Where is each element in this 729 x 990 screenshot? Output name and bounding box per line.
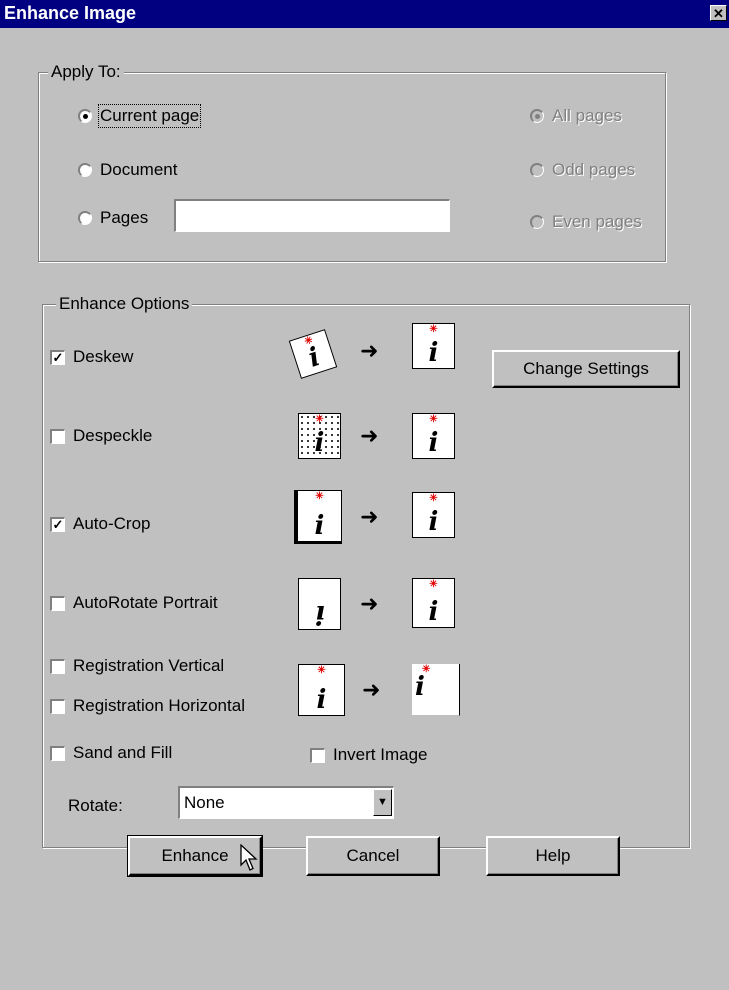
sparkle-icon: ✳ (315, 491, 324, 502)
checkbox-autorotate-portrait[interactable]: AutoRotate Portrait (50, 593, 218, 613)
letter-i-glyph: i (428, 597, 439, 627)
radio-odd-pages: Odd pages (530, 160, 635, 180)
radio-current-page[interactable]: Current page (78, 104, 202, 128)
arrow-right-icon: ➜ (360, 505, 379, 530)
rotate-dropdown-value: None (184, 793, 225, 812)
checkbox-auto-crop[interactable]: ✓ Auto-Crop (50, 514, 150, 534)
checkbox-registration-vertical[interactable]: Registration Vertical (50, 656, 224, 676)
sparkle-icon: ✳ (429, 324, 438, 335)
pages-input[interactable] (174, 199, 450, 232)
radio-odd-pages-indicator (530, 163, 544, 177)
rotate-dropdown[interactable]: None ▼ (178, 786, 394, 819)
checkbox-auto-crop-box[interactable]: ✓ (50, 516, 65, 532)
letter-i-glyph: i (415, 672, 425, 702)
sparkle-icon: ✳ (422, 664, 431, 675)
auto-crop-before-illustration: ✳ i (294, 490, 342, 544)
rotate-label: Rotate: (68, 796, 123, 815)
radio-odd-pages-label: Odd pages (552, 160, 636, 179)
cancel-button[interactable]: Cancel (306, 836, 440, 876)
autorotate-after-illustration: ✳ i (412, 578, 455, 628)
arrow-right-icon: ➜ (362, 678, 381, 703)
checkbox-sand-and-fill[interactable]: Sand and Fill (50, 743, 172, 763)
checkbox-sand-and-fill-label: Sand and Fill (73, 743, 173, 762)
radio-all-pages-label: All pages (552, 106, 622, 125)
registration-after-illustration: ✳ i (412, 664, 460, 716)
checkbox-invert-image[interactable]: Invert Image (310, 745, 428, 765)
arrow-right-icon: ➜ (360, 339, 379, 364)
checkbox-registration-horizontal[interactable]: Registration Horizontal (50, 696, 245, 716)
checkbox-registration-vertical-label: Registration Vertical (73, 656, 225, 675)
checkbox-registration-vertical-box[interactable] (50, 658, 65, 674)
letter-i-glyph: i (428, 507, 439, 537)
radio-all-pages: All pages (530, 106, 622, 126)
checkbox-registration-horizontal-label: Registration Horizontal (73, 696, 245, 715)
arrow-right-icon: ➜ (360, 424, 379, 449)
radio-document-indicator[interactable] (78, 163, 92, 177)
checkbox-deskew[interactable]: ✓ Deskew (50, 347, 133, 367)
radio-document[interactable]: Document (78, 160, 177, 180)
chevron-down-icon[interactable]: ▼ (373, 789, 392, 816)
radio-pages[interactable]: Pages (78, 208, 148, 228)
deskew-after-illustration: ✳ i (412, 323, 455, 369)
radio-current-page-label: Current page (97, 104, 202, 128)
title-bar: Enhance Image ✕ (0, 0, 729, 28)
sparkle-icon: ✳ (429, 493, 438, 504)
radio-all-pages-indicator (530, 109, 544, 123)
enhance-options-legend: Enhance Options (56, 294, 193, 314)
letter-i-glyph: i (428, 338, 439, 368)
radio-even-pages: Even pages (530, 212, 642, 232)
radio-pages-label: Pages (100, 208, 149, 227)
checkbox-despeckle-box[interactable] (50, 428, 65, 444)
despeckle-after-illustration: ✳ i (412, 413, 455, 459)
sparkle-icon: ✳ (429, 579, 438, 590)
autorotate-before-illustration: i (298, 578, 341, 630)
radio-pages-indicator[interactable] (78, 211, 92, 225)
despeckle-before-illustration: ✳ i (298, 413, 341, 459)
radio-document-label: Document (100, 160, 178, 179)
sparkle-icon: ✳ (429, 414, 438, 425)
mouse-pointer-icon (240, 844, 258, 871)
letter-i-glyph: i (314, 511, 325, 541)
close-icon[interactable]: ✕ (710, 5, 727, 21)
sparkle-icon: ✳ (315, 414, 324, 425)
arrow-right-icon: ➜ (360, 592, 379, 617)
checkbox-sand-and-fill-box[interactable] (50, 745, 65, 761)
letter-i-glyph: i (314, 599, 325, 629)
help-button[interactable]: Help (486, 836, 620, 876)
checkbox-deskew-label: Deskew (73, 347, 134, 366)
sparkle-icon: ✳ (317, 665, 326, 676)
change-settings-button[interactable]: Change Settings (492, 350, 680, 388)
checkbox-invert-image-label: Invert Image (333, 745, 428, 764)
checkbox-despeckle[interactable]: Despeckle (50, 426, 152, 446)
checkbox-auto-crop-label: Auto-Crop (73, 514, 151, 533)
radio-current-page-indicator[interactable] (78, 109, 92, 123)
apply-to-legend: Apply To: (48, 62, 124, 82)
letter-i-glyph: i (428, 428, 439, 458)
letter-i-glyph: i (316, 685, 327, 715)
checkbox-despeckle-label: Despeckle (73, 426, 153, 445)
auto-crop-after-illustration: ✳ i (412, 492, 455, 538)
radio-even-pages-label: Even pages (552, 212, 642, 231)
window-title: Enhance Image (4, 3, 137, 23)
checkbox-registration-horizontal-box[interactable] (50, 698, 65, 714)
radio-even-pages-indicator (530, 215, 544, 229)
checkbox-autorotate-portrait-box[interactable] (50, 595, 65, 611)
letter-i-glyph: i (314, 428, 325, 458)
checkbox-autorotate-portrait-label: AutoRotate Portrait (73, 593, 218, 612)
checkbox-invert-image-box[interactable] (310, 747, 325, 763)
checkbox-deskew-box[interactable]: ✓ (50, 349, 65, 365)
registration-before-illustration: ✳ i (298, 664, 345, 716)
